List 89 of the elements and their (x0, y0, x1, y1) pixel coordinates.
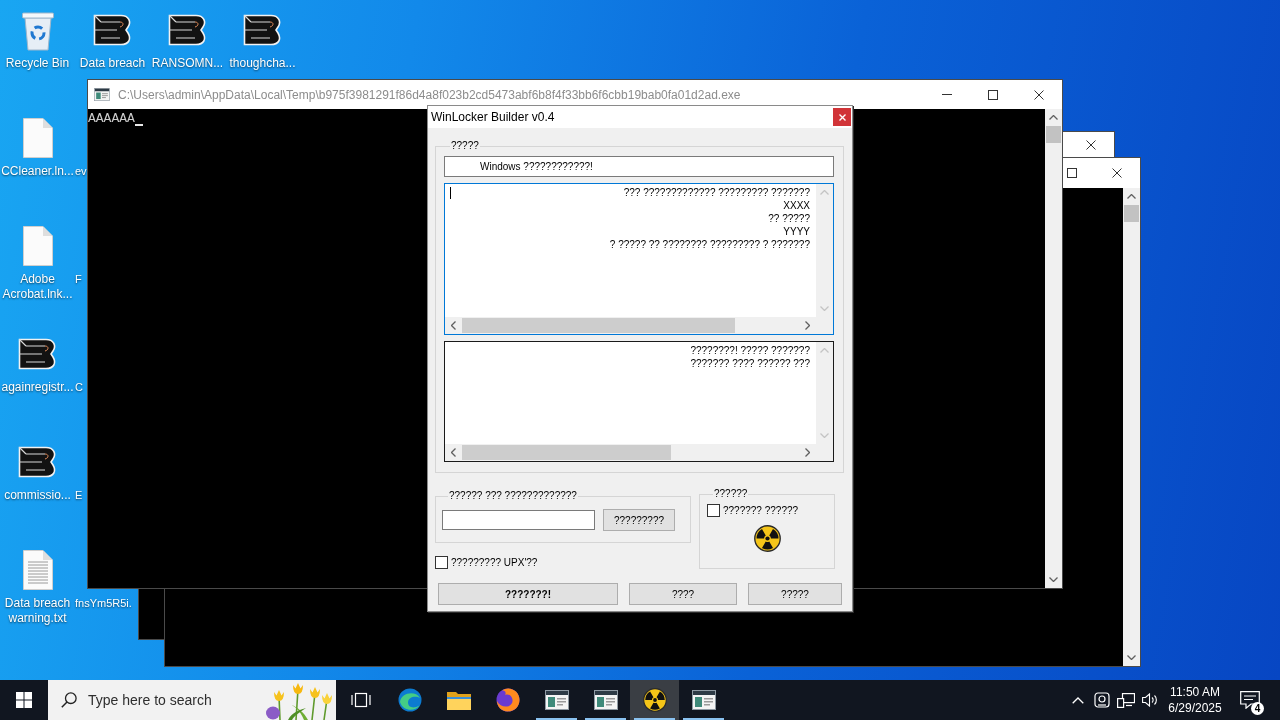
scrollbar[interactable] (1045, 109, 1062, 588)
file-icon[interactable] (22, 118, 53, 158)
close-icon[interactable] (1034, 89, 1044, 100)
scrollbar[interactable] (1123, 188, 1140, 666)
file-icon[interactable] (22, 226, 53, 266)
icon-label[interactable]: commissio... (4, 488, 71, 503)
window-title: C:\Users\admin\AppData\Local\Temp\b975f3981291f86d4a8f023b2cd5473abf6b8f4f33bb6f6cbb19bab0fa01d2ad.exe (118, 87, 741, 102)
icon-label[interactable]: C (75, 380, 83, 395)
logo-icon[interactable] (242, 14, 283, 46)
clock-time: 11:50 AM (1170, 684, 1220, 700)
camera-icon[interactable] (1094, 692, 1110, 708)
notification-count: 4 (1251, 702, 1264, 715)
radiation-icon[interactable] (642, 688, 667, 712)
title-field[interactable]: Windows ????????????! (444, 156, 834, 177)
text-cursor-icon (450, 187, 451, 199)
checkbox-label[interactable]: ????????? UPX'?? (451, 556, 538, 569)
icon-label[interactable]: Adobe Acrobat.lnk... (0, 272, 75, 302)
scrollbar[interactable] (445, 444, 816, 461)
search-icon (61, 692, 77, 708)
chevron-right-icon[interactable] (805, 321, 810, 330)
chevron-down-icon[interactable] (1127, 655, 1136, 660)
icon-label[interactable]: Recycle Bin (5, 56, 70, 71)
network-icon[interactable] (1117, 692, 1135, 708)
text-cursor-icon (134, 124, 143, 126)
chevron-left-icon[interactable] (451, 448, 456, 457)
folder-icon[interactable] (446, 690, 471, 710)
maximize-icon[interactable] (1067, 168, 1077, 178)
icon-label[interactable]: F (75, 272, 82, 287)
scrollbar-thumb[interactable] (1124, 205, 1139, 222)
text-line: ??? ????????????? ????????? ??????? (623, 186, 810, 199)
icon-label[interactable]: Data breach (79, 56, 146, 71)
browse-button[interactable]: ????????? (603, 509, 675, 531)
text-file-icon[interactable] (22, 550, 53, 590)
icon-label[interactable]: againregistr... (1, 380, 74, 395)
radiation-icon[interactable] (754, 525, 781, 552)
icon-label[interactable]: Data breach warning.txt (0, 596, 75, 626)
window-icon[interactable] (544, 690, 569, 710)
scrollbar[interactable] (445, 317, 816, 334)
task-view-icon[interactable] (350, 692, 371, 708)
close-icon[interactable] (1112, 168, 1122, 178)
chevron-left-icon[interactable] (451, 321, 456, 330)
chevron-right-icon[interactable] (805, 448, 810, 457)
icon-label[interactable]: ev (75, 164, 87, 179)
icon-label[interactable]: E (75, 488, 83, 503)
text-line: ? ????? ?? ???????? ????????? ? ??????? (609, 238, 810, 251)
window-icon[interactable] (593, 690, 618, 710)
text-line: ????????! ????? ??????? (690, 344, 810, 357)
text-area[interactable]: ????????! ????? ??????? ??????? ???? ?????? ??? (444, 341, 834, 462)
text-line: ?? ????? (768, 212, 810, 225)
icon-label[interactable]: thoughcha... (229, 56, 296, 71)
scrollbar-thumb[interactable] (462, 445, 671, 460)
dialog-button[interactable]: ???????! (438, 583, 618, 605)
taskbar-button[interactable] (630, 680, 679, 720)
volume-icon[interactable] (1141, 693, 1159, 707)
clock-date: 6/29/2025 (1168, 700, 1222, 716)
text-line: XXXX (783, 199, 810, 212)
dialog-button[interactable]: ???? (629, 583, 737, 605)
checkbox[interactable] (707, 504, 720, 517)
search-field[interactable]: Type here to search (88, 692, 258, 708)
close-button[interactable] (833, 108, 851, 126)
scrollbar-thumb[interactable] (462, 318, 735, 333)
scrollbar-thumb[interactable] (1046, 126, 1061, 143)
logo-icon[interactable] (92, 14, 133, 46)
close-icon[interactable] (1086, 139, 1096, 150)
group-label: ????? (450, 140, 480, 152)
checkbox-label[interactable]: ??????? ?????? (723, 504, 799, 517)
group-label: ?????? ??? ????????????? (448, 490, 578, 502)
group-label: ?????? (713, 488, 749, 500)
window-icon[interactable] (94, 88, 110, 101)
path-field[interactable] (442, 510, 595, 530)
window-icon[interactable] (691, 690, 716, 710)
console-text: AAAAAA (88, 112, 135, 126)
logo-icon[interactable] (167, 14, 208, 46)
icon-label[interactable]: CCleaner.ln... (1, 164, 74, 179)
recycle-bin-icon[interactable] (20, 9, 55, 51)
text-area[interactable]: ??? ????????????? ????????? ??????? XXXX ?? ????? YYYY ? ????? ?? ???????? ????????? ? ??????? (444, 183, 834, 335)
icon-label[interactable]: RANSOMN... (151, 56, 224, 71)
icon-label[interactable]: fnsYm5R5i. (75, 596, 132, 611)
logo-icon[interactable] (17, 338, 58, 370)
checkbox[interactable] (435, 556, 448, 569)
maximize-icon[interactable] (988, 89, 998, 100)
dialog-button[interactable]: ????? (748, 583, 842, 605)
window-title: WinLocker Builder v0.4 (431, 110, 555, 124)
swirl-icon[interactable] (397, 688, 422, 712)
text-line: ??????? ???? ?????? ??? (690, 357, 810, 370)
text-line: YYYY (783, 225, 810, 238)
logo-icon[interactable] (17, 446, 58, 478)
fox-icon[interactable] (495, 688, 520, 712)
chevron-down-icon[interactable] (1049, 577, 1058, 582)
